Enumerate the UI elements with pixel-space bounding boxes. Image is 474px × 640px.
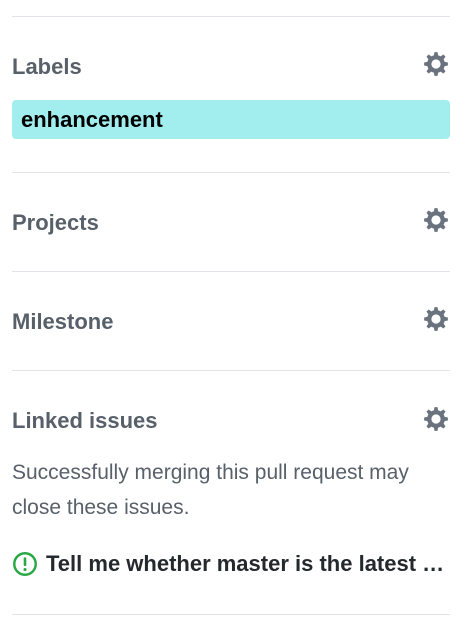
projects-heading: Projects (12, 210, 99, 235)
divider (12, 16, 450, 17)
linked-issues-settings-button[interactable] (420, 403, 452, 435)
linked-issues-description: Successfully merging this pull request m… (12, 461, 409, 519)
labels-settings-button[interactable] (420, 48, 452, 80)
milestone-settings-button[interactable] (420, 303, 452, 335)
divider (12, 172, 450, 173)
label-enhancement[interactable]: enhancement (12, 100, 450, 139)
divider (12, 370, 450, 371)
gear-icon (421, 205, 451, 235)
pull-request-sidebar: Labels enhancement Projects Milestone Li… (0, 0, 474, 640)
gear-icon (421, 304, 451, 334)
projects-settings-button[interactable] (420, 204, 452, 236)
linked-issues-heading: Linked issues (12, 408, 158, 433)
divider (12, 271, 450, 272)
linked-issue-item[interactable]: Tell me whether master is the latest ver… (12, 548, 452, 580)
linked-issue-title: Tell me whether master is the latest ver… (46, 551, 450, 576)
milestone-heading: Milestone (12, 309, 114, 334)
divider (12, 614, 450, 615)
gear-icon (421, 404, 451, 434)
labels-heading: Labels (12, 54, 82, 79)
gear-icon (421, 49, 451, 79)
issue-opened-icon (12, 551, 38, 577)
